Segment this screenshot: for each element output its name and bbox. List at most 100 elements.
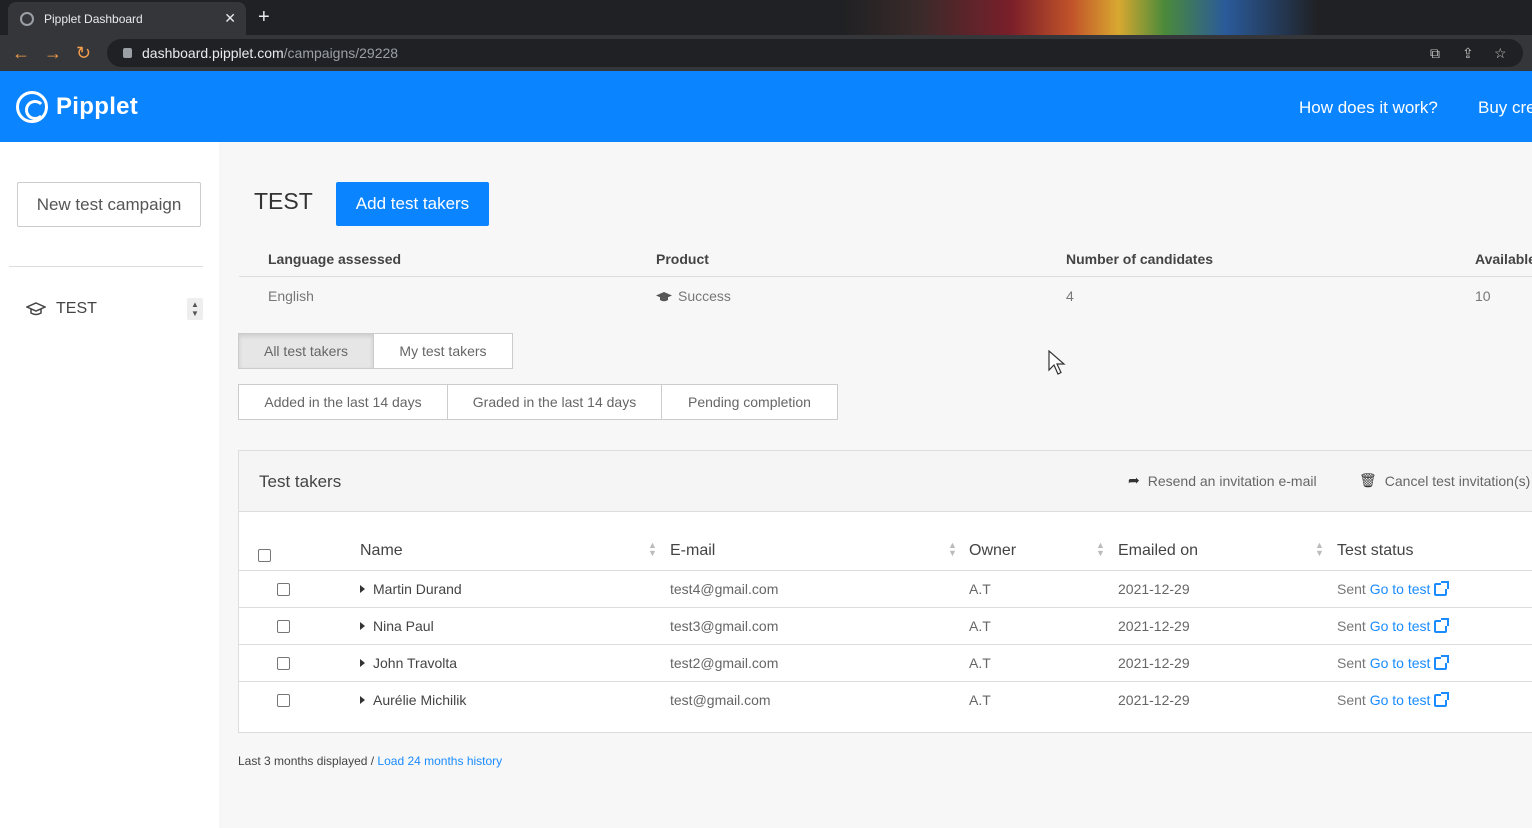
column-email[interactable]: E-mail [670,542,715,560]
tab-title: Pipplet Dashboard [44,11,143,26]
go-to-test-link[interactable]: Go to test [1370,692,1431,708]
address-bar[interactable]: dashboard.pipplet.com/campaigns/29228 [107,39,1523,67]
row-email: test3@gmail.com [670,618,779,634]
url-path: /campaigns/29228 [283,45,399,61]
add-test-takers-button[interactable]: Add test takers [336,182,489,226]
expand-caret-icon[interactable] [360,585,365,593]
url-host: dashboard.pipplet.com [142,45,284,61]
expand-caret-icon[interactable] [360,696,365,704]
go-to-test-link[interactable]: Go to test [1370,581,1431,597]
pending-completion-filter[interactable]: Pending completion [661,384,838,420]
test-takers-panel: Test takers ➦ Resend an invitation e-mai… [238,450,1532,733]
external-link-icon[interactable] [1434,581,1450,596]
bookmark-star-icon[interactable]: ☆ [1494,45,1507,62]
row-name-label: Martin Durand [373,581,462,597]
status-label: Sent [1337,655,1366,671]
table-row[interactable]: John Travolta test2@gmail.com A.T 2021-1… [239,645,1532,682]
info-header-language: Language assessed [268,251,402,267]
expand-caret-icon[interactable] [360,622,365,630]
new-test-campaign-button[interactable]: New test campaign [17,182,201,227]
row-name[interactable]: Martin Durand [360,581,462,597]
sidebar-item-label: TEST [56,300,97,317]
my-test-takers-tab[interactable]: My test takers [373,333,513,369]
sort-name-icon[interactable]: ▲ ▼ [648,541,657,558]
row-test-status: Sent Go to test [1337,655,1450,671]
row-checkbox[interactable] [277,583,290,596]
campaign-info-header: Language assessed Product Number of cand… [239,240,1532,277]
close-tab-icon[interactable]: ✕ [224,10,236,27]
row-name-label: John Travolta [373,655,458,671]
owner-filter-group: All test takers My test takers [238,333,513,369]
info-product-label: Success [678,288,731,304]
sort-handle-icon[interactable]: ▲ ▼ [187,298,203,320]
external-link-icon[interactable] [1434,692,1450,707]
buy-credits-link[interactable]: Buy cre [1478,98,1532,118]
row-email: test@gmail.com [670,692,771,708]
row-owner: A.T [969,655,991,671]
reload-icon[interactable]: ↻ [76,43,91,64]
translate-icon[interactable]: ⧉ [1430,45,1440,62]
resend-invitation-button[interactable]: ➦ Resend an invitation e-mail [1128,472,1317,489]
table-row[interactable]: Martin Durand test4@gmail.com A.T 2021-1… [239,571,1532,608]
row-name[interactable]: Nina Paul [360,618,434,634]
pipplet-logo-icon [16,91,48,123]
browser-tab[interactable]: Pipplet Dashboard ✕ [8,2,246,35]
status-label: Sent [1337,581,1366,597]
row-name[interactable]: Aurélie Michilik [360,692,466,708]
row-email: test2@gmail.com [670,655,779,671]
sidebar: New test campaign TEST ▲ ▼ [0,142,219,828]
row-test-status: Sent Go to test [1337,692,1450,708]
status-label: Sent [1337,618,1366,634]
expand-caret-icon[interactable] [360,659,365,667]
test-takers-table: Name ▲ ▼ E-mail ▲ ▼ Owner ▲ ▼ Emailed on ▲ ▼… [239,513,1532,719]
sort-owner-icon[interactable]: ▲ ▼ [1096,541,1105,558]
table-row[interactable]: Nina Paul test3@gmail.com A.T 2021-12-29… [239,608,1532,645]
test-takers-title: Test takers [259,472,342,491]
cancel-invitation-label: Cancel test invitation(s) [1384,472,1531,489]
column-owner[interactable]: Owner [969,542,1016,560]
row-email: test4@gmail.com [670,581,779,597]
external-link-icon[interactable] [1434,655,1450,670]
added-last-14-days-filter[interactable]: Added in the last 14 days [238,384,448,420]
new-tab-button[interactable]: + [258,6,270,29]
share-icon[interactable]: ⇪ [1462,45,1474,62]
row-name[interactable]: John Travolta [360,655,457,671]
external-link-icon[interactable] [1434,618,1450,633]
info-language: English [268,288,314,304]
forward-arrow-icon[interactable]: → [44,43,62,64]
status-label: Sent [1337,692,1366,708]
sort-email-icon[interactable]: ▲ ▼ [948,541,957,558]
row-name-label: Nina Paul [373,618,434,634]
sort-emailed-icon[interactable]: ▲ ▼ [1315,541,1324,558]
select-all-checkbox[interactable] [258,549,271,562]
how-does-it-work-link[interactable]: How does it work? [1299,98,1438,118]
all-test-takers-tab[interactable]: All test takers [238,333,374,369]
row-test-status: Sent Go to test [1337,581,1450,597]
graded-last-14-days-filter[interactable]: Graded in the last 14 days [447,384,662,420]
info-available: 10 [1475,288,1491,304]
history-footer: Last 3 months displayed / Load 24 months… [238,754,502,768]
pipplet-favicon-icon [20,11,34,26]
row-checkbox[interactable] [277,657,290,670]
table-header: Name ▲ ▼ E-mail ▲ ▼ Owner ▲ ▼ Emailed on ▲ ▼… [239,513,1532,571]
go-to-test-link[interactable]: Go to test [1370,618,1431,634]
sidebar-item-test[interactable]: TEST [26,300,97,318]
test-takers-panel-header: Test takers ➦ Resend an invitation e-mai… [239,451,1532,512]
cancel-invitation-button[interactable]: 🗑 Cancel test invitation(s) [1359,472,1530,489]
go-to-test-link[interactable]: Go to test [1370,655,1431,671]
info-header-candidates: Number of candidates [1066,251,1214,267]
info-header-available: Available [1475,251,1532,267]
pipplet-logo[interactable]: Pipplet [16,91,138,123]
table-row[interactable]: Aurélie Michilik test@gmail.com A.T 2021… [239,682,1532,719]
campaign-title: TEST [254,188,313,214]
back-arrow-icon[interactable]: ← [12,43,30,64]
row-owner: A.T [969,692,991,708]
column-emailed-on[interactable]: Emailed on [1118,542,1198,560]
column-test-status[interactable]: Test status [1337,542,1413,560]
row-checkbox[interactable] [277,694,290,707]
load-history-link[interactable]: Load 24 months history [377,754,502,768]
row-owner: A.T [969,581,991,597]
row-checkbox[interactable] [277,620,290,633]
column-name[interactable]: Name [360,542,403,560]
row-owner: A.T [969,618,991,634]
